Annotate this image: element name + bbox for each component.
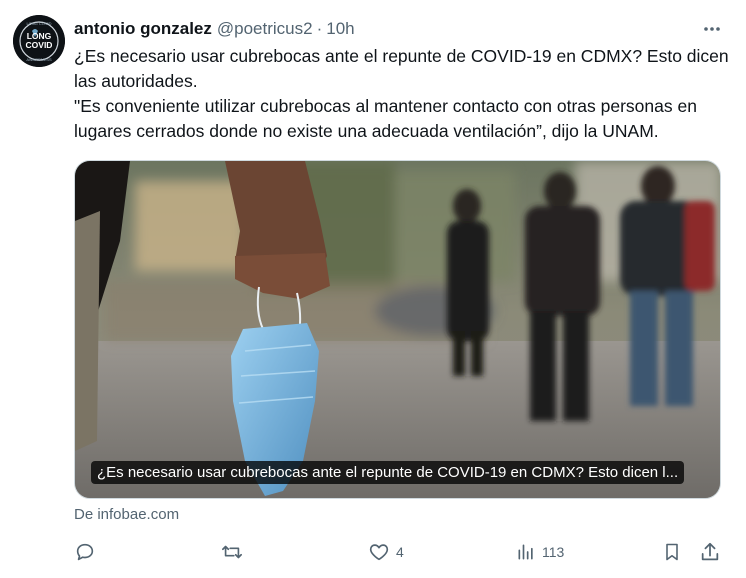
bookmark-icon: [662, 541, 682, 563]
author-name[interactable]: antonio gonzalez: [74, 19, 212, 39]
tweet[interactable]: LONG COVID LONG COVID AWARENESS antonio …: [0, 0, 746, 578]
tweet-text-line1: ¿Es necesario usar cubrebocas ante el re…: [74, 46, 729, 91]
views-count: 113: [542, 544, 565, 560]
card-image[interactable]: [75, 161, 721, 499]
author-handle[interactable]: @poetricus2: [217, 19, 313, 39]
link-card[interactable]: ¿Es necesario usar cubrebocas ante el re…: [74, 160, 721, 499]
more-options-icon[interactable]: [700, 17, 724, 41]
views-button[interactable]: 113: [516, 540, 564, 564]
retweet-button[interactable]: [220, 540, 244, 564]
tweet-text-line2: "Es conveniente utilizar cubrebocas al m…: [74, 96, 697, 141]
like-count: 4: [396, 544, 404, 560]
avatar-line2: COVID: [26, 40, 53, 50]
views-icon: [516, 542, 536, 562]
avatar-ring-bottom: AWARENESS: [26, 57, 52, 62]
share-button[interactable]: [699, 540, 721, 564]
like-button[interactable]: 4: [368, 540, 404, 564]
reply-icon: [74, 541, 96, 563]
retweet-icon: [220, 541, 244, 563]
share-icon: [699, 541, 721, 563]
tweet-header: antonio gonzalez @poetricus2 · 10h: [74, 17, 726, 41]
tweet-text: ¿Es necesario usar cubrebocas ante el re…: [74, 44, 734, 144]
tweet-actions: 4 113: [74, 540, 724, 564]
card-caption[interactable]: ¿Es necesario usar cubrebocas ante el re…: [91, 461, 685, 484]
card-source[interactable]: De infobae.com: [74, 506, 179, 523]
bookmark-button[interactable]: [662, 540, 682, 564]
timestamp[interactable]: 10h: [326, 19, 354, 39]
heart-icon: [368, 541, 390, 563]
avatar[interactable]: LONG COVID LONG COVID AWARENESS: [13, 15, 65, 67]
reply-button[interactable]: [74, 540, 96, 564]
avatar-ring-top: LONG COVID: [26, 21, 51, 26]
separator-dot: ·: [316, 19, 323, 38]
